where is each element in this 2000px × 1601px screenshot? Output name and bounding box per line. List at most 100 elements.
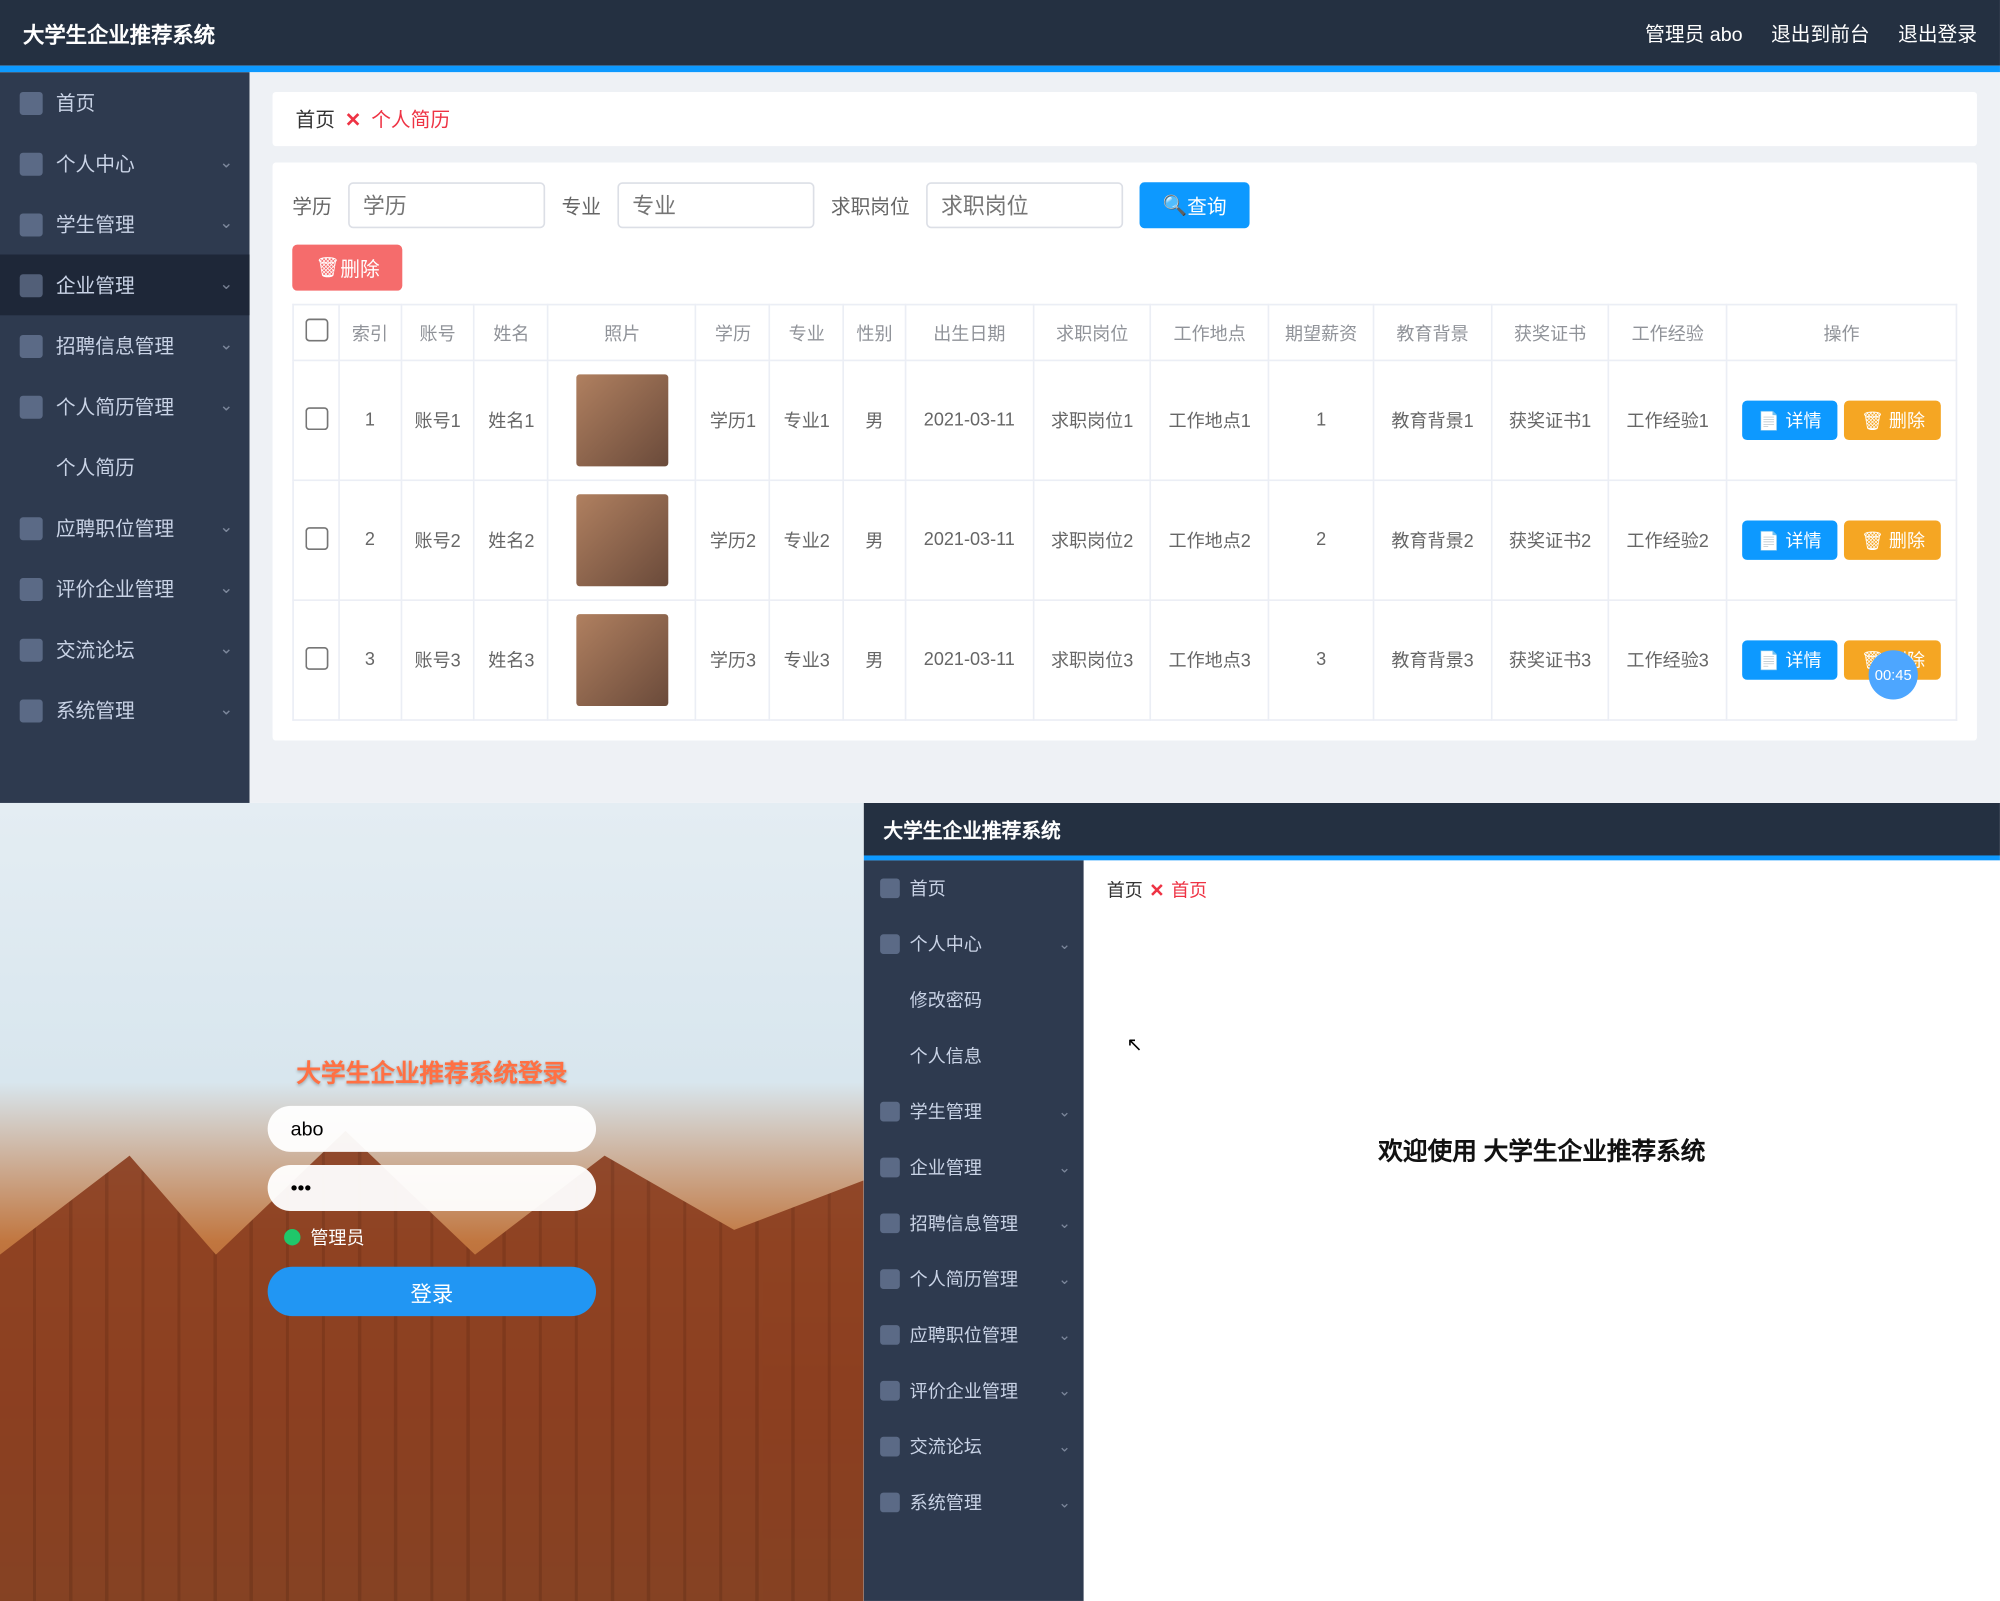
sidebar-item-label: 招聘信息管理 (56, 332, 174, 360)
sidebar-item-forum[interactable]: 交流论坛⌄ (0, 619, 250, 680)
p3-sidebar-item[interactable]: 应聘职位管理⌄ (864, 1307, 1084, 1363)
row-delete-button[interactable]: 🗑 删除 (1845, 521, 1942, 560)
p3-sidebar-item[interactable]: 系统管理⌄ (864, 1475, 1084, 1531)
table-header (293, 305, 339, 361)
chevron-down-icon: ⌄ (1058, 1382, 1070, 1400)
table-cell (548, 360, 696, 480)
p3-sidebar-item[interactable]: 修改密码 (864, 972, 1084, 1028)
list-icon (20, 213, 43, 236)
table-header: 姓名 (474, 305, 548, 361)
table-cell: 工作地点1 (1151, 360, 1269, 480)
row-checkbox[interactable] (305, 646, 328, 669)
sidebar-item-resume[interactable]: 个人简历 (0, 437, 250, 498)
login-panel: 大学生企业推荐系统登录 管理员 登录 (0, 803, 864, 1601)
table-cell: 专业2 (770, 480, 844, 600)
sidebar: 首页 个人中心⌄ 学生管理⌄ 企业管理⌄ 招聘信息管理⌄ 个人简历管理⌄ 个人简… (0, 72, 250, 803)
table-row: 2账号2姓名2学历2专业2男2021-03-11求职岗位2工作地点22教育背景2… (293, 480, 1956, 600)
search-input-job[interactable] (926, 182, 1123, 228)
photo-thumbnail (576, 374, 668, 466)
search-label-major: 专业 (562, 191, 601, 219)
sidebar-item-recruit[interactable]: 招聘信息管理⌄ (0, 315, 250, 376)
table-header: 操作 (1727, 305, 1957, 361)
search-label-edu: 学历 (292, 191, 331, 219)
table-cell: 账号3 (401, 600, 475, 720)
sidebar-item-system[interactable]: 系统管理 ⌄ (0, 680, 250, 741)
username-field[interactable] (268, 1106, 596, 1152)
p3-sidebar-item[interactable]: 企业管理⌄ (864, 1140, 1084, 1196)
table-cell (293, 360, 339, 480)
chevron-down-icon: ⌄ (1058, 1270, 1070, 1288)
menu-icon (880, 1325, 900, 1345)
timer-badge: 00:45 (1869, 650, 1918, 699)
close-tab-icon[interactable]: ✕ (345, 108, 362, 131)
sidebar-item-company[interactable]: 企业管理⌄ (0, 255, 250, 316)
table-cell (293, 480, 339, 600)
table-cell: 求职岗位3 (1033, 600, 1151, 720)
sidebar-item-label: 交流论坛 (910, 1433, 982, 1459)
table-row: 1账号1姓名1学历1专业1男2021-03-11求职岗位1工作地点11教育背景1… (293, 360, 1956, 480)
table-cell: 工作经验1 (1609, 360, 1727, 480)
sidebar-item-label: 学生管理 (910, 1098, 982, 1124)
admin-link[interactable]: 管理员 abo (1645, 22, 1742, 45)
table-cell (548, 480, 696, 600)
exit-front-link[interactable]: 退出到前台 (1771, 22, 1870, 45)
table-cell: 获奖证书3 (1491, 600, 1609, 720)
sidebar-item-label: 个人简历管理 (910, 1266, 1018, 1292)
table-cell: 3 (339, 600, 401, 720)
password-field[interactable] (268, 1165, 596, 1211)
p3-main: 首页 ✕ 首页 欢迎使用 大学生企业推荐系统 ↖ (1084, 860, 2000, 1601)
sidebar-item-label: 评价企业管理 (910, 1378, 1018, 1404)
table-cell: 男 (844, 360, 906, 480)
row-checkbox[interactable] (305, 526, 328, 549)
menu-icon (880, 1213, 900, 1233)
p3-sidebar-item[interactable]: 个人信息 (864, 1028, 1084, 1084)
sidebar-item-label: 首页 (56, 89, 95, 117)
row-checkbox[interactable] (305, 406, 328, 429)
query-button[interactable]: 🔍 查询 (1140, 182, 1250, 228)
logout-link[interactable]: 退出登录 (1898, 22, 1977, 45)
p3-sidebar-item[interactable]: 个人中心⌄ (864, 916, 1084, 972)
batch-delete-button[interactable]: 🗑 删除 (292, 245, 402, 291)
row-delete-button[interactable]: 🗑 删除 (1845, 401, 1942, 440)
user-icon (20, 152, 43, 175)
p3-sidebar-item[interactable]: 个人简历管理 ⌄ (864, 1251, 1084, 1307)
chevron-down-icon: ⌄ (1058, 1158, 1070, 1176)
sidebar-item-label: 应聘职位管理 (56, 514, 174, 542)
sidebar-item-personal[interactable]: 个人中心⌄ (0, 133, 250, 194)
sidebar-item-student[interactable]: 学生管理⌄ (0, 194, 250, 255)
sidebar-item-home[interactable]: 首页 (0, 72, 250, 133)
table-cell (293, 600, 339, 720)
search-input-edu[interactable] (348, 182, 545, 228)
chevron-down-icon: ⌄ (219, 701, 233, 719)
welcome-panel: 大学生企业推荐系统 首页个人中心⌄修改密码个人信息学生管理⌄企业管理⌄招聘信息管… (864, 803, 2000, 1601)
p3-sidebar-item[interactable]: 评价企业管理 ⌄ (864, 1363, 1084, 1419)
welcome-text: 欢迎使用 大学生企业推荐系统 (1107, 1133, 1977, 1167)
sidebar-item-label: 系统管理 (56, 696, 135, 724)
p3-sidebar-item[interactable]: 学生管理⌄ (864, 1084, 1084, 1140)
role-option[interactable]: 管理员 (268, 1225, 596, 1251)
p3-bc-home[interactable]: 首页 (1107, 877, 1143, 903)
detail-button[interactable]: 📄 详情 (1741, 640, 1837, 679)
login-button[interactable]: 登录 (268, 1267, 596, 1316)
table-cell: 男 (844, 600, 906, 720)
header: 大学生企业推荐系统 管理员 abo 退出到前台 退出登录 (0, 0, 2000, 66)
detail-button[interactable]: 📄 详情 (1741, 521, 1837, 560)
breadcrumb-home[interactable]: 首页 (296, 105, 335, 133)
chevron-down-icon: ⌄ (219, 397, 233, 415)
search-input-major[interactable] (617, 182, 814, 228)
detail-button[interactable]: 📄 详情 (1741, 401, 1837, 440)
p3-sidebar-item[interactable]: 交流论坛⌄ (864, 1419, 1084, 1475)
table-cell: 账号1 (401, 360, 475, 480)
chevron-down-icon: ⌄ (1058, 1493, 1070, 1511)
close-tab-icon[interactable]: ✕ (1149, 879, 1164, 900)
p3-sidebar-item[interactable]: 首页 (864, 860, 1084, 916)
table-cell: 2 (339, 480, 401, 600)
content-card: 学历 专业 求职岗位 🔍 查询 🗑 删除 索引账号姓名照片学历专业性别出生日期求… (273, 163, 1977, 741)
sidebar-item-resume-mgmt[interactable]: 个人简历管理⌄ (0, 376, 250, 437)
sidebar-item-apply[interactable]: 应聘职位管理⌄ (0, 498, 250, 559)
clipboard-icon (20, 516, 43, 539)
select-all-checkbox[interactable] (305, 319, 328, 342)
main-content: 首页 ✕ 个人简历 学历 专业 求职岗位 🔍 查询 🗑 (250, 72, 2000, 803)
sidebar-item-review[interactable]: 评价企业管理⌄ (0, 558, 250, 619)
p3-sidebar-item[interactable]: 招聘信息管理⌄ (864, 1195, 1084, 1251)
